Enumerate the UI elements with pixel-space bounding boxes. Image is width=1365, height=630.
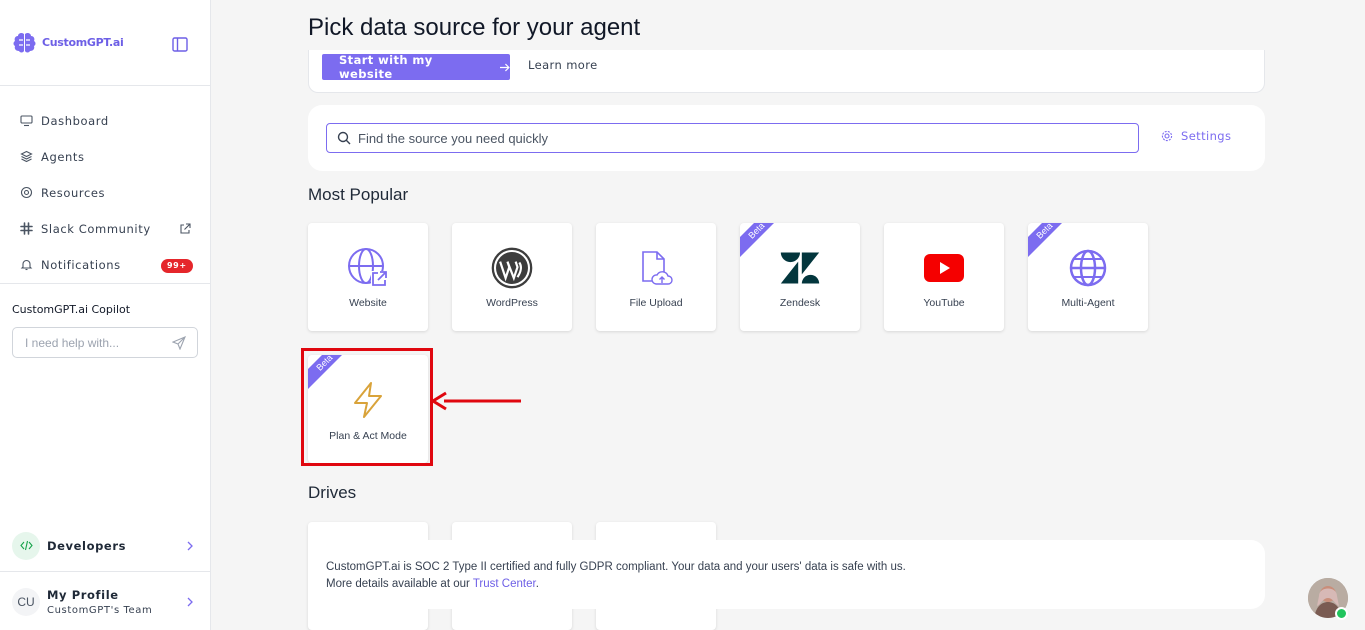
slack-icon (20, 222, 34, 236)
copilot-title: CustomGPT.ai Copilot (12, 303, 131, 316)
sidebar-item-dashboard[interactable]: Dashboard (0, 103, 210, 139)
tile-label: WordPress (486, 297, 538, 309)
profile-item[interactable]: CU My Profile CustomGPT's Team (0, 573, 210, 630)
bell-icon (20, 258, 34, 272)
beta-ribbon: Beta (740, 223, 774, 257)
start-with-website-button[interactable]: Start with my website (322, 53, 510, 81)
compliance-suffix: . (535, 577, 539, 590)
sidebar-item-label: Slack Community (41, 222, 151, 236)
profile-team: CustomGPT's Team (47, 604, 153, 616)
developers-item[interactable]: Developers (0, 520, 210, 572)
source-tile-website[interactable]: Website (308, 223, 428, 331)
website-start-card: Start with my website Learn more (308, 50, 1265, 93)
learn-more-link[interactable]: Learn more (528, 58, 598, 72)
sidebar-item-resources[interactable]: Resources (0, 175, 210, 211)
compliance-details: More details available at our Trust Cent… (326, 576, 1265, 593)
trust-center-link[interactable]: Trust Center (473, 578, 536, 590)
zendesk-icon (779, 247, 821, 289)
source-tile-youtube[interactable]: YouTube (884, 223, 1004, 331)
developers-label: Developers (47, 538, 127, 553)
sidebar-item-agents[interactable]: Agents (0, 139, 210, 175)
source-tile-zendesk[interactable]: Beta Zendesk (740, 223, 860, 331)
source-search-input[interactable]: Find the source you need quickly (326, 123, 1139, 153)
copilot-placeholder: I need help with... (25, 335, 120, 350)
sidebar-nav: Dashboard Agents Resources Slack Communi… (0, 86, 210, 284)
wordpress-icon (491, 247, 533, 289)
lifebuoy-icon (20, 186, 34, 200)
sidebar-item-label: Agents (41, 150, 85, 164)
profile-name: My Profile (47, 587, 119, 602)
send-icon[interactable] (172, 336, 186, 350)
copilot-input[interactable]: I need help with... (12, 327, 198, 358)
tile-label: Multi-Agent (1061, 297, 1115, 309)
settings-link[interactable]: Settings (1161, 129, 1231, 143)
settings-label: Settings (1181, 129, 1232, 143)
chevron-right-icon (187, 597, 193, 606)
sidebar-item-label: Dashboard (41, 114, 109, 128)
compliance-banner: CustomGPT.ai is SOC 2 Type II certified … (308, 540, 1265, 609)
arrow-left-icon (430, 391, 521, 411)
brand-name[interactable]: CustomGPT.ai (42, 36, 124, 49)
tile-label: YouTube (923, 297, 965, 309)
online-status-indicator (1335, 607, 1348, 620)
arrow-right-icon (500, 63, 510, 71)
beta-ribbon: Beta (1028, 223, 1062, 257)
sidebar-collapse-icon[interactable] (172, 37, 188, 52)
sidebar-item-notifications[interactable]: Notifications 99+ (0, 247, 210, 283)
drives-title: Drives (308, 483, 357, 502)
tile-label: File Upload (629, 297, 683, 309)
sidebar-item-label: Notifications (41, 258, 121, 272)
search-icon (337, 131, 351, 145)
page-title: Pick data source for your agent (308, 14, 641, 41)
search-card: Find the source you need quickly Setting… (308, 105, 1265, 171)
highlight-box (301, 348, 433, 466)
monitor-icon (20, 114, 34, 128)
code-icon (12, 531, 40, 560)
external-link-icon (180, 223, 191, 234)
tile-label: Zendesk (779, 297, 821, 309)
brain-logo-icon (13, 32, 36, 52)
source-tile-multi-agent[interactable]: Beta Multi-Agent (1028, 223, 1148, 331)
notifications-badge: 99+ (161, 259, 193, 273)
logo-row: CustomGPT.ai (0, 0, 210, 86)
compliance-text: CustomGPT.ai is SOC 2 Type II certified … (326, 561, 906, 573)
search-placeholder: Find the source you need quickly (358, 130, 549, 146)
layers-icon (20, 150, 34, 164)
source-tile-file-upload[interactable]: File Upload (596, 223, 716, 331)
gear-icon (1161, 130, 1173, 142)
source-tile-wordpress[interactable]: WordPress (452, 223, 572, 331)
start-button-label: Start with my website (339, 53, 433, 81)
globe-icon (1067, 247, 1109, 289)
youtube-icon (923, 247, 965, 289)
compliance-prefix: More details available at our (326, 577, 473, 590)
file-upload-icon (635, 247, 677, 289)
most-popular-title: Most Popular (308, 185, 409, 204)
tile-label: Website (349, 297, 387, 309)
sidebar: CustomGPT.ai Dashboard Agents Resources (0, 0, 211, 630)
sidebar-item-label: Resources (41, 186, 106, 200)
sidebar-item-slack-community[interactable]: Slack Community (0, 211, 210, 247)
globe-link-icon (347, 247, 389, 289)
avatar: CU (12, 587, 40, 616)
chevron-right-icon (187, 541, 193, 550)
